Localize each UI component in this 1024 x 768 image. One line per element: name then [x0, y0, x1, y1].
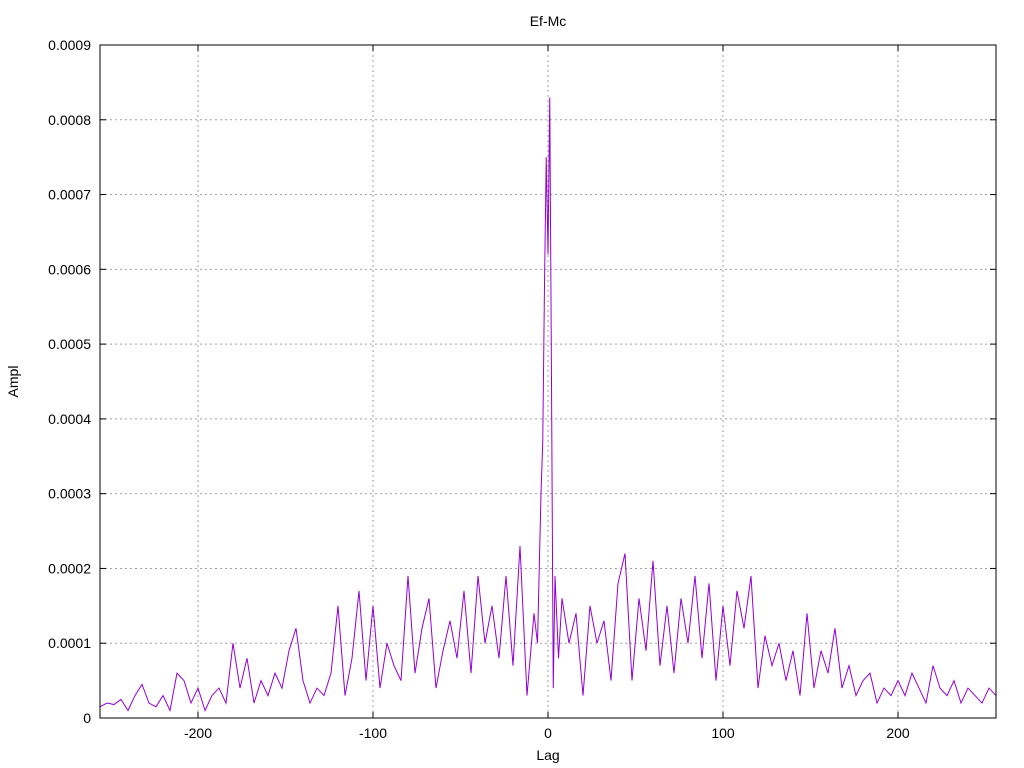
- x-tick-label: 0: [544, 725, 552, 741]
- y-tick-label: 0.0007: [48, 187, 91, 203]
- y-tick-label: 0.0008: [48, 112, 91, 128]
- x-tick-label: -100: [359, 725, 387, 741]
- y-tick-label: 0: [83, 710, 91, 726]
- y-tick-label: 0.0003: [48, 486, 91, 502]
- x-axis-label: Lag: [536, 747, 559, 763]
- y-tick-label: 0.0001: [48, 635, 91, 651]
- grid: [100, 45, 996, 718]
- ticks: 0 0.0001 0.0002 0.0003 0.0004 0.0005 0.0006 0.0…: [48, 37, 996, 741]
- x-tick-label: 100: [711, 725, 735, 741]
- y-axis-label: Ampl: [5, 366, 21, 398]
- x-tick-label: 200: [886, 725, 910, 741]
- series-line-ampl: [99, 97, 997, 713]
- y-tick-label: 0.0006: [48, 261, 91, 277]
- chart-title: Ef-Mc: [530, 13, 567, 29]
- y-tick-label: 0.0009: [48, 37, 91, 53]
- chart: 0 0.0001 0.0002 0.0003 0.0004 0.0005 0.0006 0.0…: [5, 13, 997, 763]
- y-tick-label: 0.0005: [48, 336, 91, 352]
- y-tick-label: 0.0004: [48, 411, 91, 427]
- y-tick-label: 0.0002: [48, 560, 91, 576]
- x-tick-label: -200: [184, 725, 212, 741]
